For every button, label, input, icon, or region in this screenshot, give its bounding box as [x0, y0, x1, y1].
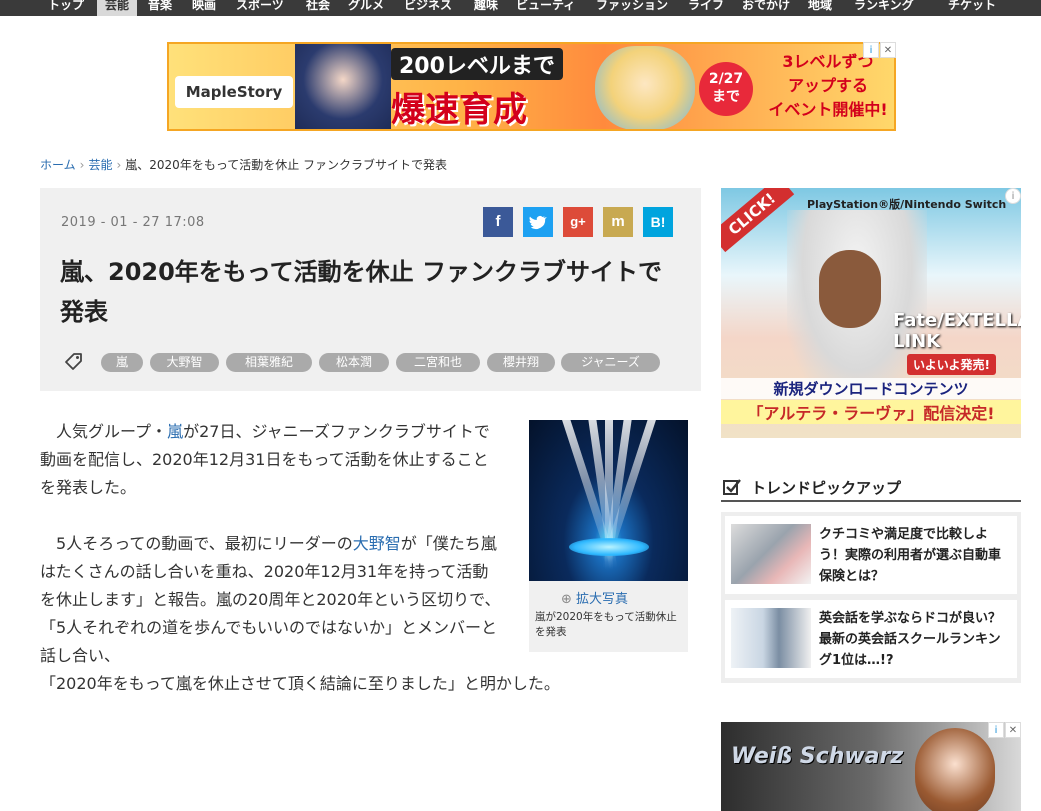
tag-aiba-masaki[interactable]: 相葉雅紀	[226, 353, 312, 372]
ad-character-image	[915, 728, 995, 811]
nav-item-fashion[interactable]: ファッション	[588, 0, 676, 16]
article-body: 人気グループ・嵐が27日、ジャニーズファンクラブサイトで動画を配信し、2020年…	[40, 418, 502, 698]
zoom-photo-link[interactable]: ⊕ 拡大写真	[561, 588, 628, 607]
ad-headline-2: 爆速育成	[391, 90, 527, 130]
article-paragraph-2-continuation: 「2020年をもって嵐を休止させて頂く結論に至りました」と明かした。	[40, 674, 560, 693]
nav-item-movies[interactable]: 映画	[184, 0, 224, 16]
trend-item[interactable]: 英会話を学ぶならドコが良い？最新の英会話スクールランキング1位は…!?	[725, 600, 1017, 678]
ad-date-badge: 2/27 まで	[699, 62, 753, 116]
nav-item-gourmet[interactable]: グルメ	[340, 0, 392, 16]
ad-event-line-2: アップする	[787, 76, 868, 95]
mixi-share-button[interactable]: m	[603, 207, 633, 237]
article-paragraph-2: 5人そろっての動画で、最初にリーダーの大野智が「僕たち嵐はたくさんの話し合いを重…	[40, 534, 501, 665]
ad-date-line-2: まで	[712, 89, 740, 105]
trend-item-text: 英会話を学ぶならドコが良い？最新の英会話スクールランキング1位は…!?	[819, 611, 1002, 668]
ad-game-logo: Fate/EXTELLA LINK	[893, 310, 1021, 352]
tag-johnnys[interactable]: ジャニーズ	[561, 353, 660, 372]
breadcrumb-category[interactable]: 芸能	[88, 158, 112, 172]
trend-item-thumbnail	[731, 524, 811, 584]
top-nav: トップ 芸能 音楽 映画 スポーツ 社会 グルメ ビジネス 趣味 ビューティ フ…	[0, 0, 1041, 16]
ad-weiss-schwarz-logo: Weiß Schwarz	[731, 744, 904, 769]
top-ad-banner[interactable]: MapleStory 200レベルまで 爆速育成 2/27 まで 3レベルずつ …	[167, 42, 896, 131]
chevron-right-icon: ›	[79, 158, 85, 172]
ad-choices-icon[interactable]: i	[863, 42, 879, 58]
ad-character-image-2	[595, 46, 695, 129]
nav-item-outing[interactable]: おでかけ	[734, 0, 798, 16]
ad-event-line-3: イベント開催中!	[768, 100, 888, 119]
ad-platform-text: PlayStation®版/Nintendo Switch	[807, 198, 1007, 211]
tag-matsumoto-jun[interactable]: 松本潤	[319, 353, 389, 372]
tag-arashi[interactable]: 嵐	[101, 353, 143, 372]
trend-item[interactable]: クチコミや満足度で比較しよう！実際の利用者が選ぶ自動車保険とは？	[725, 516, 1017, 594]
ad-character-face	[819, 250, 881, 328]
nav-item-ranking[interactable]: ランキング	[846, 0, 922, 16]
article-paragraph-1: 人気グループ・嵐が27日、ジャニーズファンクラブサイトで動画を配信し、2020年…	[40, 422, 490, 497]
nav-item-entertainment[interactable]: 芸能	[97, 0, 138, 16]
article-photo[interactable]	[529, 420, 688, 581]
nav-item-music[interactable]: 音楽	[140, 0, 180, 16]
ad-line-2: 「アルテラ・ラーヴァ」配信決定!	[721, 400, 1021, 424]
breadcrumb-home[interactable]: ホーム	[40, 158, 76, 172]
trend-list: クチコミや満足度で比較しよう！実際の利用者が選ぶ自動車保険とは？ 英会話を学ぶな…	[721, 512, 1021, 683]
ad-click-ribbon: CLICK!	[721, 188, 795, 253]
tag-ohno-satoshi[interactable]: 大野智	[150, 353, 219, 372]
article-title: 嵐、2020年をもって活動を休止 ファンクラブサイトで発表	[60, 258, 662, 326]
ad-choices-icon[interactable]: i	[1005, 188, 1021, 204]
nav-item-ticket[interactable]: チケット	[940, 0, 1004, 16]
breadcrumb: ホーム › 芸能 › 嵐、2020年をもって活動を休止 ファンクラブサイトで発表	[40, 156, 447, 173]
photo-caption: 嵐が2020年をもって活動休止を発表	[535, 611, 677, 638]
stage-glow	[569, 538, 649, 556]
link-arashi[interactable]: 嵐	[167, 422, 183, 441]
trend-section-title: トレンドピックアップ	[751, 479, 902, 497]
tag-sakurai-sho[interactable]: 櫻井翔	[487, 353, 555, 372]
breadcrumb-current: 嵐、2020年をもって活動を休止 ファンクラブサイトで発表	[125, 158, 448, 172]
article-photo-box: ⊕ 拡大写真 嵐が2020年をもって活動休止を発表	[529, 420, 688, 652]
trend-section-header: トレンドピックアップ	[721, 475, 1021, 502]
twitter-share-button[interactable]	[523, 207, 553, 237]
article-header: 2019 - 01 - 27 17:08 f g+ m B! 嵐、2020年をも…	[40, 188, 701, 391]
googleplus-share-button[interactable]: g+	[563, 207, 593, 237]
facebook-share-button[interactable]: f	[483, 207, 513, 237]
ad-release-badge: いよいよ発売!	[907, 354, 996, 375]
ad-headline-1: 200レベルまで	[391, 48, 563, 80]
nav-item-society[interactable]: 社会	[298, 0, 338, 16]
checkbox-check-icon	[723, 479, 741, 495]
ad-close-icon[interactable]: ✕	[1005, 722, 1021, 738]
tag-ninomiya-kazunari[interactable]: 二宮和也	[396, 353, 480, 372]
twitter-bird-icon	[529, 215, 547, 230]
ad-logo: MapleStory	[175, 76, 293, 108]
side-ad-banner[interactable]: CLICK! PlayStation®版/Nintendo Switch Fat…	[721, 188, 1021, 438]
tag-icon	[65, 353, 82, 370]
ad-date-line-1: 2/27	[708, 71, 744, 87]
side-ad-banner-2[interactable]: Weiß Schwarz	[721, 722, 1021, 811]
hatena-bookmark-button[interactable]: B!	[643, 207, 673, 237]
ad-close-icon[interactable]: ✕	[880, 42, 896, 58]
nav-item-beauty[interactable]: ビューティ	[508, 0, 583, 16]
chevron-right-icon: ›	[116, 158, 122, 172]
article-date: 2019 - 01 - 27 17:08	[61, 215, 205, 230]
nav-item-region[interactable]: 地域	[800, 0, 840, 16]
nav-item-top[interactable]: トップ	[40, 0, 92, 16]
nav-item-hobby[interactable]: 趣味	[466, 0, 506, 16]
ad-character-image	[295, 44, 391, 129]
magnifier-icon: ⊕	[561, 592, 572, 607]
trend-item-thumbnail	[731, 608, 811, 668]
trend-item-text: クチコミや満足度で比較しよう！実際の利用者が選ぶ自動車保険とは？	[819, 527, 1002, 584]
ad-event-text: 3レベルずつ アップする イベント開催中!	[763, 50, 893, 122]
nav-item-life[interactable]: ライフ	[680, 0, 732, 16]
link-ohno-satoshi[interactable]: 大野智	[353, 534, 401, 553]
nav-item-business[interactable]: ビジネス	[396, 0, 460, 16]
ad-line-1: 新規ダウンロードコンテンツ	[721, 378, 1021, 399]
nav-item-sports[interactable]: スポーツ	[228, 0, 292, 16]
ad-choices-icon[interactable]: i	[988, 722, 1004, 738]
